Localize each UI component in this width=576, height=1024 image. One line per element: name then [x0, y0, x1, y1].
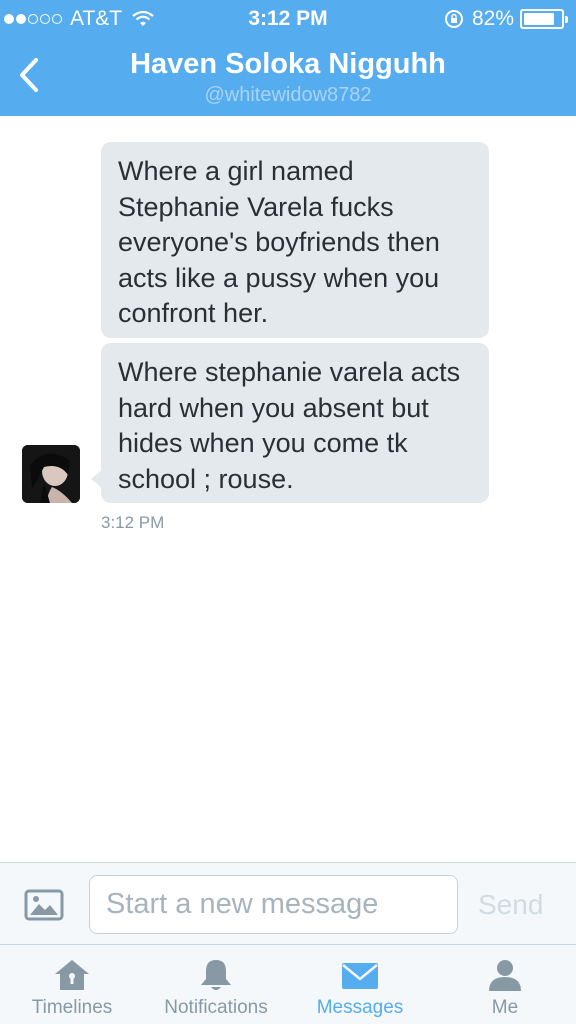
- message-composer: Send: [0, 862, 576, 944]
- person-icon: [489, 960, 521, 991]
- message-input[interactable]: [89, 875, 458, 934]
- message-bubble[interactable]: Where stephanie varela acts hard when yo…: [101, 343, 489, 503]
- status-bar: AT&T 3:12 PM 82%: [0, 0, 576, 38]
- tab-bar: Timelines Notifications Messages Me: [0, 944, 576, 1024]
- navigation-bar: AT&T 3:12 PM 82% Haven Soloka Nigguhh @w…: [0, 0, 576, 116]
- message-timestamp: 3:12 PM: [101, 513, 165, 532]
- bubble-tail: [91, 470, 102, 488]
- battery-percentage: 82%: [471, 7, 514, 30]
- tab-me[interactable]: Me: [468, 945, 542, 1024]
- home-icon: [55, 960, 89, 990]
- tab-label: Me: [491, 997, 519, 1018]
- tab-timelines[interactable]: Timelines: [20, 945, 124, 1024]
- send-button[interactable]: Send: [478, 889, 543, 921]
- tab-label: Timelines: [31, 997, 113, 1018]
- message-bubble[interactable]: Where a girl named Stephanie Varela fuck…: [101, 142, 489, 338]
- tab-label: Messages: [316, 997, 404, 1018]
- battery-icon: [520, 9, 568, 29]
- rotation-lock-icon: [444, 10, 463, 28]
- tab-messages[interactable]: Messages: [306, 945, 414, 1024]
- tab-notifications[interactable]: Notifications: [154, 945, 278, 1024]
- photo-icon[interactable]: [24, 889, 64, 921]
- sender-avatar[interactable]: [22, 445, 80, 503]
- conversation-title: Haven Soloka Nigguhh: [130, 48, 446, 80]
- envelope-icon: [342, 963, 378, 989]
- bell-icon: [201, 960, 231, 990]
- conversation-handle[interactable]: @whitewidow8782: [0, 84, 576, 107]
- tab-label: Notifications: [164, 997, 268, 1018]
